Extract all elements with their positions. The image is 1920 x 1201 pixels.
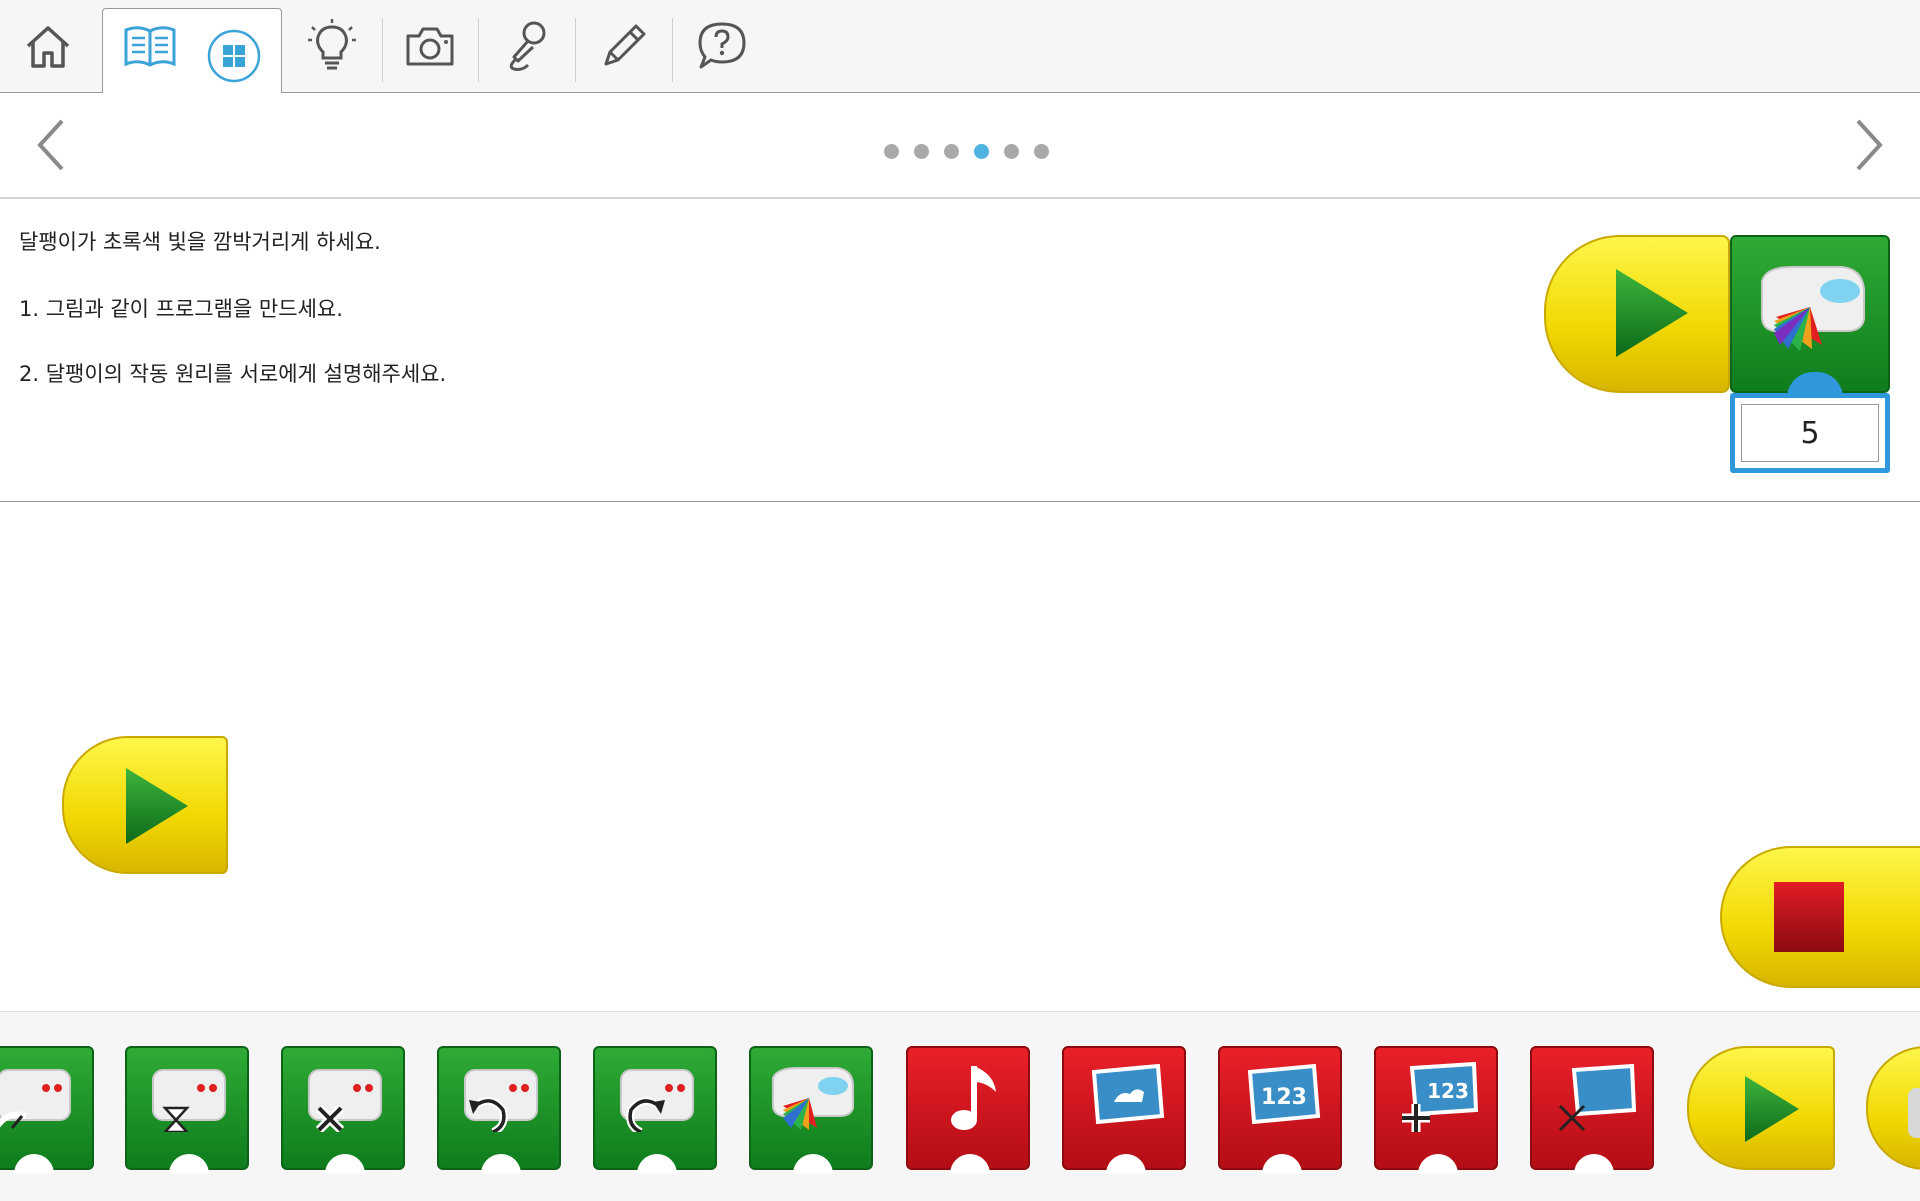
help-icon [698, 22, 746, 69]
top-toolbar [0, 0, 1920, 95]
ideas-button[interactable] [302, 14, 362, 78]
motor-direction-left-block[interactable] [437, 1046, 561, 1174]
instruction-step-2: 2. 달팽이의 작동 원리를 서로에게 설명해주세요. [19, 362, 447, 386]
toolbar-divider [478, 18, 479, 82]
block-notch [950, 1154, 990, 1174]
display-shrink-icon [1558, 1063, 1637, 1132]
page-dot-active[interactable] [974, 144, 989, 159]
display-number-block[interactable]: 123 [1218, 1046, 1342, 1174]
book-icon [124, 26, 176, 67]
instruction-panel: 달팽이가 초록색 빛을 깜박거리게 하세요. 1. 그림과 같이 프로그램을 만… [0, 199, 1920, 502]
rotate-left-icon [464, 1069, 538, 1132]
block-notch [325, 1154, 365, 1174]
partial-block-icon [1908, 1088, 1920, 1138]
camera-icon [406, 27, 454, 66]
block-notch [1106, 1154, 1146, 1174]
toolbar-divider [575, 18, 576, 82]
music-note-icon [951, 1066, 996, 1130]
record-button[interactable] [496, 14, 556, 78]
instruction-step-1: 1. 그림과 같이 프로그램을 만드세요. [19, 297, 343, 321]
page-indicator [884, 144, 1049, 159]
next-page-button[interactable] [1846, 115, 1890, 179]
sound-block[interactable] [906, 1046, 1030, 1174]
value-field: 5 [1741, 404, 1879, 462]
play-icon [1745, 1076, 1799, 1142]
page-navigation-bar [0, 93, 1920, 199]
block-notch [1418, 1154, 1458, 1174]
block-notch [481, 1154, 521, 1174]
grid-icon [207, 29, 261, 83]
block-notch [637, 1154, 677, 1174]
canvas-start-block[interactable] [62, 736, 228, 874]
block-notch [793, 1154, 833, 1174]
hourglass-icon [152, 1069, 226, 1132]
block-palette: 123 123 [0, 1011, 1920, 1201]
camera-button[interactable] [400, 14, 460, 78]
previous-page-button[interactable] [30, 115, 74, 179]
display-number-icon: 123 [1247, 1063, 1321, 1125]
block-notch [14, 1154, 54, 1174]
tab-book[interactable] [120, 14, 180, 78]
page-dot[interactable] [884, 144, 899, 159]
close-icon [308, 1069, 382, 1132]
notes-button[interactable] [594, 14, 654, 78]
block-notch [1262, 1154, 1302, 1174]
page-dot[interactable] [914, 144, 929, 159]
help-button[interactable] [692, 14, 752, 78]
partial-yellow-block[interactable] [1866, 1046, 1920, 1170]
light-icon [772, 1067, 854, 1130]
display-background-block[interactable] [1062, 1046, 1186, 1174]
chevron-left-icon [37, 119, 64, 171]
home-button[interactable] [18, 14, 78, 78]
example-start-block [1544, 235, 1730, 393]
motor-speed-block[interactable] [0, 1046, 94, 1174]
home-icon [26, 26, 70, 68]
example-value-input: 5 [1730, 372, 1890, 473]
programming-canvas[interactable] [0, 503, 1920, 1011]
stop-button[interactable] [1720, 846, 1920, 988]
block-notch [169, 1154, 209, 1174]
stop-icon [1774, 882, 1844, 952]
example-light-block [1730, 235, 1890, 393]
light-block[interactable] [749, 1046, 873, 1174]
play-icon [126, 768, 188, 844]
instruction-text: 달팽이가 초록색 빛을 깜박거리게 하세요. [19, 230, 381, 254]
microphone-icon [509, 21, 546, 71]
motor-time-block[interactable] [125, 1046, 249, 1174]
example-program: 5 [1542, 235, 1892, 475]
toolbar-divider [672, 18, 673, 82]
display-image-icon [1091, 1063, 1165, 1125]
grid-view-button[interactable] [204, 24, 264, 88]
page-dot[interactable] [1004, 144, 1019, 159]
block-notch [1574, 1154, 1614, 1174]
svg-text:123: 123 [1427, 1079, 1469, 1103]
page-dot[interactable] [944, 144, 959, 159]
lightbulb-icon [308, 19, 356, 70]
chevron-right-icon [1856, 119, 1883, 171]
motor-off-block[interactable] [281, 1046, 405, 1174]
page-dot[interactable] [1034, 144, 1049, 159]
display-add-block[interactable]: 123 [1374, 1046, 1498, 1174]
display-shrink-block[interactable] [1530, 1046, 1654, 1174]
value-text: 5 [1800, 415, 1820, 451]
display-add-icon: 123 [1402, 1062, 1479, 1132]
motor-speed-icon [0, 1069, 71, 1129]
start-block[interactable] [1687, 1046, 1835, 1170]
play-icon [1616, 269, 1688, 357]
motor-direction-right-block[interactable] [593, 1046, 717, 1174]
toolbar-divider [382, 18, 383, 82]
svg-text:123: 123 [1261, 1085, 1307, 1110]
light-icon [1761, 266, 1865, 351]
rotate-right-icon [620, 1069, 694, 1132]
pencil-icon [604, 24, 646, 66]
